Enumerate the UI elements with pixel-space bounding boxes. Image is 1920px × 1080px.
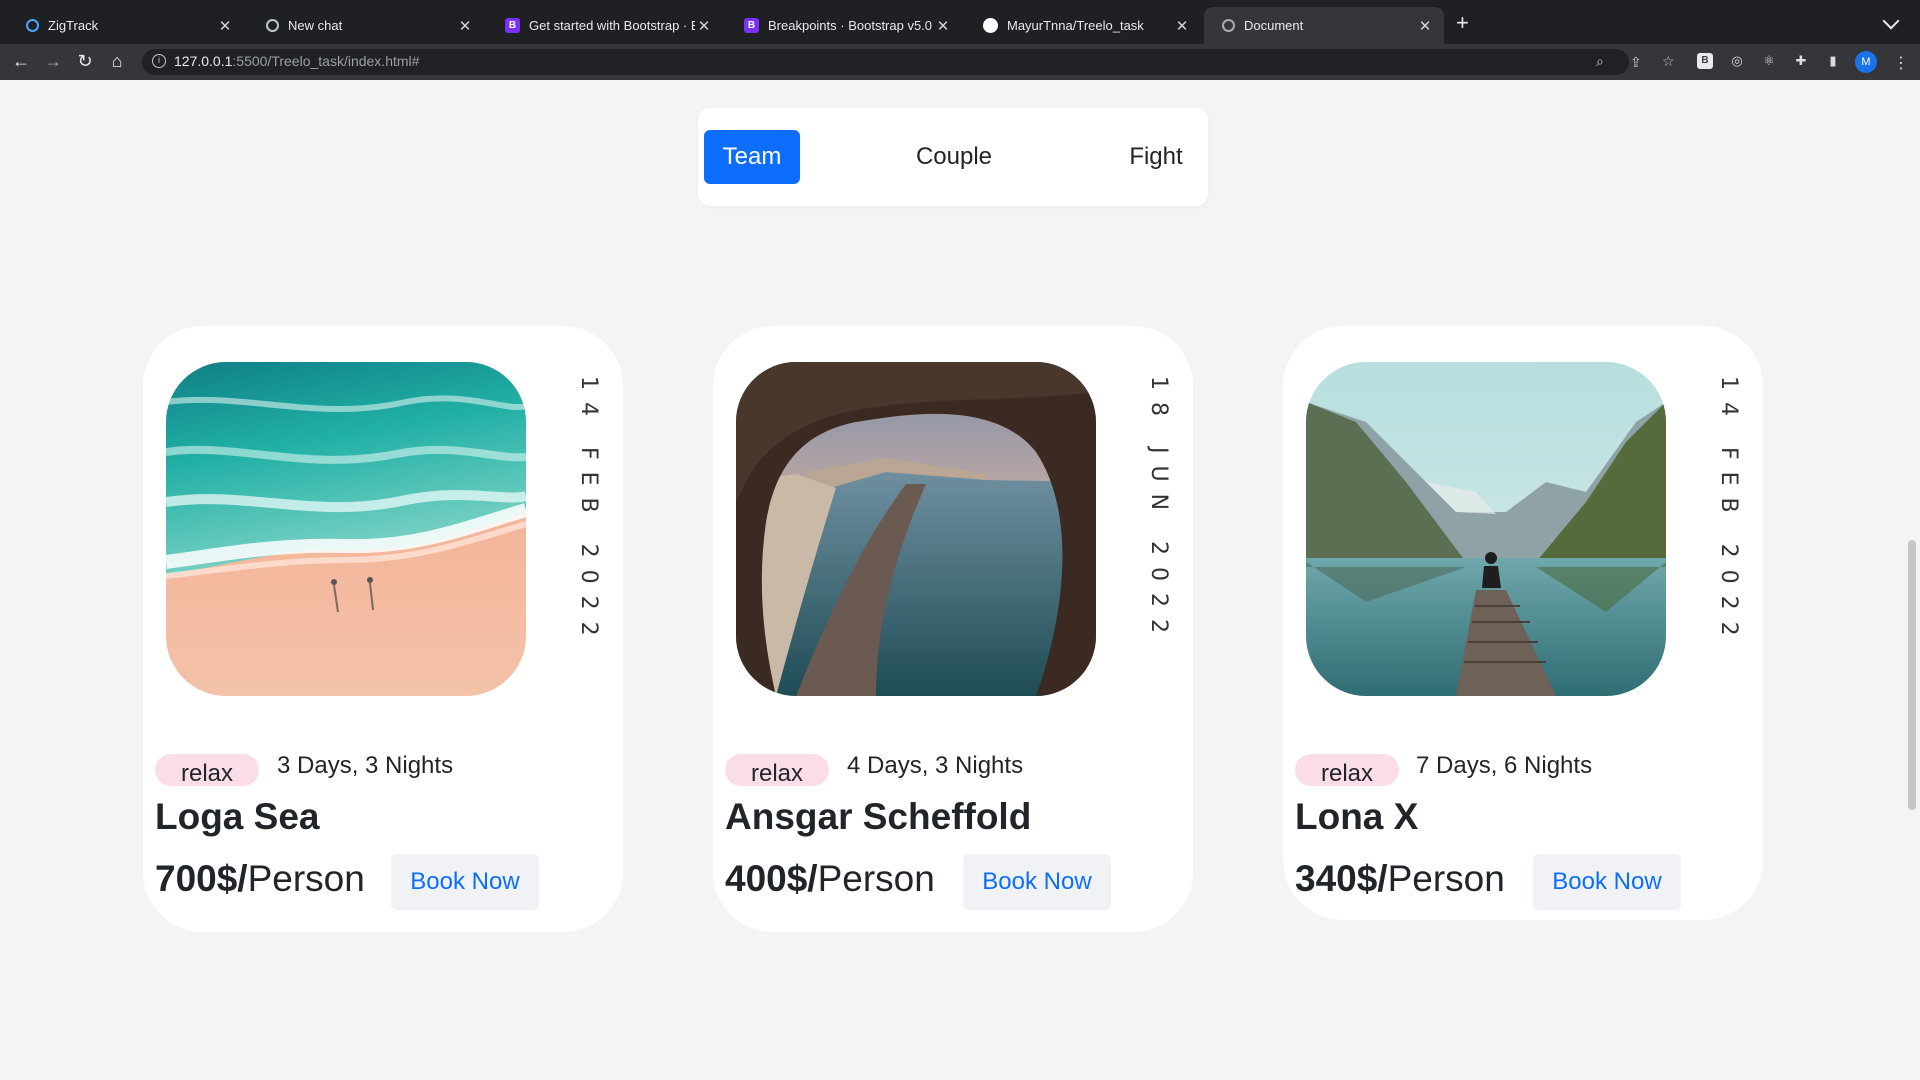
trip-tag-badge: relax xyxy=(725,754,830,787)
trip-duration: 4 Days, 3 Nights xyxy=(847,752,1024,779)
more-menu-icon[interactable]: ⋮ xyxy=(1893,53,1909,73)
trip-duration: 3 Days, 3 Nights xyxy=(277,752,454,779)
forward-arrow-icon[interactable]: → xyxy=(42,50,64,72)
trip-name: Lona X xyxy=(1295,796,1419,837)
zoom-icon[interactable]: ⌕ xyxy=(1596,53,1604,70)
bootstrap-extension-icon[interactable]: B xyxy=(1697,53,1713,69)
tab-title: Breakpoints · Bootstrap v5.0 xyxy=(768,18,933,33)
page-scrollbar[interactable] xyxy=(1908,540,1916,810)
reload-icon[interactable]: ↻ xyxy=(74,50,96,72)
trip-photo-lake xyxy=(1306,362,1666,696)
trip-card: 14 FEB 2022 relax 7 Days, 6 Nights Lona … xyxy=(1283,326,1763,920)
record-extension-icon[interactable]: ◎ xyxy=(1729,53,1745,69)
trip-tag-badge: relax xyxy=(1295,754,1400,787)
chevron-down-icon[interactable] xyxy=(1882,12,1900,30)
close-icon[interactable]: ✕ xyxy=(456,17,474,35)
browser-tab[interactable]: ZigTrack ✕ xyxy=(8,7,244,44)
book-now-button[interactable]: Book Now xyxy=(1533,854,1681,910)
trip-card: 18 JUN 2022 relax 4 Days, 3 Nights Ansga… xyxy=(713,326,1193,932)
tab-title: Document xyxy=(1244,18,1304,33)
profile-avatar[interactable]: M xyxy=(1855,51,1877,73)
filter-team-button[interactable]: Team xyxy=(704,130,800,184)
tab-title: MayurTnna/Treelo_task xyxy=(1007,18,1144,33)
github-icon xyxy=(983,18,998,33)
close-icon[interactable]: ✕ xyxy=(934,17,952,35)
new-tab-icon[interactable]: + xyxy=(1456,12,1469,34)
browser-toolbar: ← → ↻ ⌂ i 127.0.0.1:5500/Treelo_task/ind… xyxy=(0,44,1920,80)
browser-tab-active[interactable]: Document ✕ xyxy=(1204,7,1444,44)
browser-tab[interactable]: B Get started with Bootstrap · Bo ✕ xyxy=(487,7,723,44)
trip-price: 340$/Person xyxy=(1295,858,1505,899)
book-now-button[interactable]: Book Now xyxy=(391,854,539,910)
react-extension-icon[interactable]: ⚛ xyxy=(1761,53,1777,69)
close-icon[interactable]: ✕ xyxy=(216,17,234,35)
address-bar[interactable]: i 127.0.0.1:5500/Treelo_task/index.html#… xyxy=(142,49,1675,75)
tab-title: New chat xyxy=(288,18,343,33)
trip-name: Ansgar Scheffold xyxy=(725,796,1032,837)
trip-tag-badge: relax xyxy=(155,754,260,787)
close-icon[interactable]: ✕ xyxy=(1173,17,1191,35)
zigtrack-icon xyxy=(26,19,39,32)
bootstrap-icon: B xyxy=(744,18,759,33)
back-arrow-icon[interactable]: ← xyxy=(10,50,32,72)
close-icon[interactable]: ✕ xyxy=(695,17,713,35)
trip-price: 400$/Person xyxy=(725,858,935,899)
page-viewport: Team Couple Fight 14 FEB 2022 relax 3 Da… xyxy=(0,80,1920,1080)
close-icon[interactable]: ✕ xyxy=(1416,17,1434,35)
filter-couple-button[interactable]: Couple xyxy=(898,130,1010,184)
trip-date: 18 JUN 2022 xyxy=(1146,376,1171,646)
tab-title: ZigTrack xyxy=(48,18,99,33)
share-icon[interactable]: ⇪ xyxy=(1630,54,1642,71)
globe-icon xyxy=(1222,19,1235,32)
extensions-puzzle-icon[interactable]: ✚ xyxy=(1793,53,1809,69)
trip-card: 14 FEB 2022 relax 3 Days, 3 Nights Loga … xyxy=(143,326,623,932)
trip-date: 14 FEB 2022 xyxy=(576,376,601,648)
browser-tab[interactable]: MayurTnna/Treelo_task ✕ xyxy=(965,7,1201,44)
trip-duration: 7 Days, 6 Nights xyxy=(1416,752,1593,779)
browser-tab-strip: ZigTrack ✕ New chat ✕ B Get started with… xyxy=(0,0,1920,44)
trip-photo-cave xyxy=(736,362,1096,696)
chatgpt-icon xyxy=(266,19,279,32)
side-panel-icon[interactable]: ▮ xyxy=(1825,53,1841,69)
category-filter: Team Couple Fight xyxy=(698,108,1208,206)
site-info-icon[interactable]: i xyxy=(152,54,166,68)
home-icon[interactable]: ⌂ xyxy=(106,50,128,72)
tab-title: Get started with Bootstrap · Bo xyxy=(529,18,695,33)
filter-fight-button[interactable]: Fight xyxy=(1118,130,1194,184)
trip-photo-beach xyxy=(166,362,526,696)
bookmark-star-icon[interactable]: ☆ xyxy=(1662,53,1675,70)
browser-tab[interactable]: B Breakpoints · Bootstrap v5.0 ✕ xyxy=(726,7,962,44)
trip-date: 14 FEB 2022 xyxy=(1716,376,1741,648)
book-now-button[interactable]: Book Now xyxy=(963,854,1111,910)
browser-tab[interactable]: New chat ✕ xyxy=(248,7,484,44)
trip-name: Loga Sea xyxy=(155,796,320,837)
trip-price: 700$/Person xyxy=(155,858,365,899)
address-url: 127.0.0.1:5500/Treelo_task/index.html# xyxy=(174,53,420,69)
bootstrap-icon: B xyxy=(505,18,520,33)
